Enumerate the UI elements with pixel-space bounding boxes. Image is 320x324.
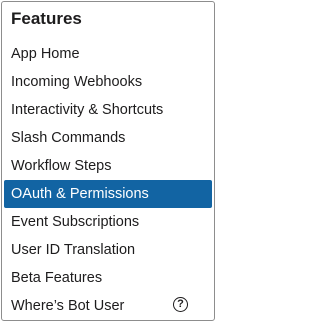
features-nav: App Home Incoming Webhooks Interactivity… xyxy=(4,40,212,320)
nav-item-oauth-permissions[interactable]: OAuth & Permissions xyxy=(4,180,212,208)
nav-item-label: Interactivity & Shortcuts xyxy=(11,102,164,118)
nav-item-beta-features[interactable]: Beta Features xyxy=(4,264,212,292)
help-icon[interactable]: ? xyxy=(173,297,188,312)
nav-item-incoming-webhooks[interactable]: Incoming Webhooks xyxy=(4,68,212,96)
nav-item-event-subscriptions[interactable]: Event Subscriptions xyxy=(4,208,212,236)
nav-item-label: App Home xyxy=(11,46,80,62)
nav-item-label: Event Subscriptions xyxy=(11,214,140,230)
nav-item-app-home[interactable]: App Home xyxy=(4,40,212,68)
nav-item-label: Slash Commands xyxy=(11,130,126,146)
nav-item-interactivity-shortcuts[interactable]: Interactivity & Shortcuts xyxy=(4,96,212,124)
features-heading: Features xyxy=(11,9,82,28)
nav-item-user-id-translation[interactable]: User ID Translation xyxy=(4,236,212,264)
nav-item-label: Incoming Webhooks xyxy=(11,74,143,90)
nav-item-wheres-bot-user[interactable]: Where’s Bot User ? xyxy=(4,292,212,320)
nav-item-label: User ID Translation xyxy=(11,242,136,258)
nav-item-label: OAuth & Permissions xyxy=(11,186,149,202)
nav-item-label: Beta Features xyxy=(11,270,103,286)
nav-item-slash-commands[interactable]: Slash Commands xyxy=(4,124,212,152)
nav-item-workflow-steps[interactable]: Workflow Steps xyxy=(4,152,212,180)
nav-item-label: Workflow Steps xyxy=(11,158,112,174)
nav-item-label: Where’s Bot User xyxy=(11,298,125,314)
features-panel: Features App Home Incoming Webhooks Inte… xyxy=(1,1,215,321)
